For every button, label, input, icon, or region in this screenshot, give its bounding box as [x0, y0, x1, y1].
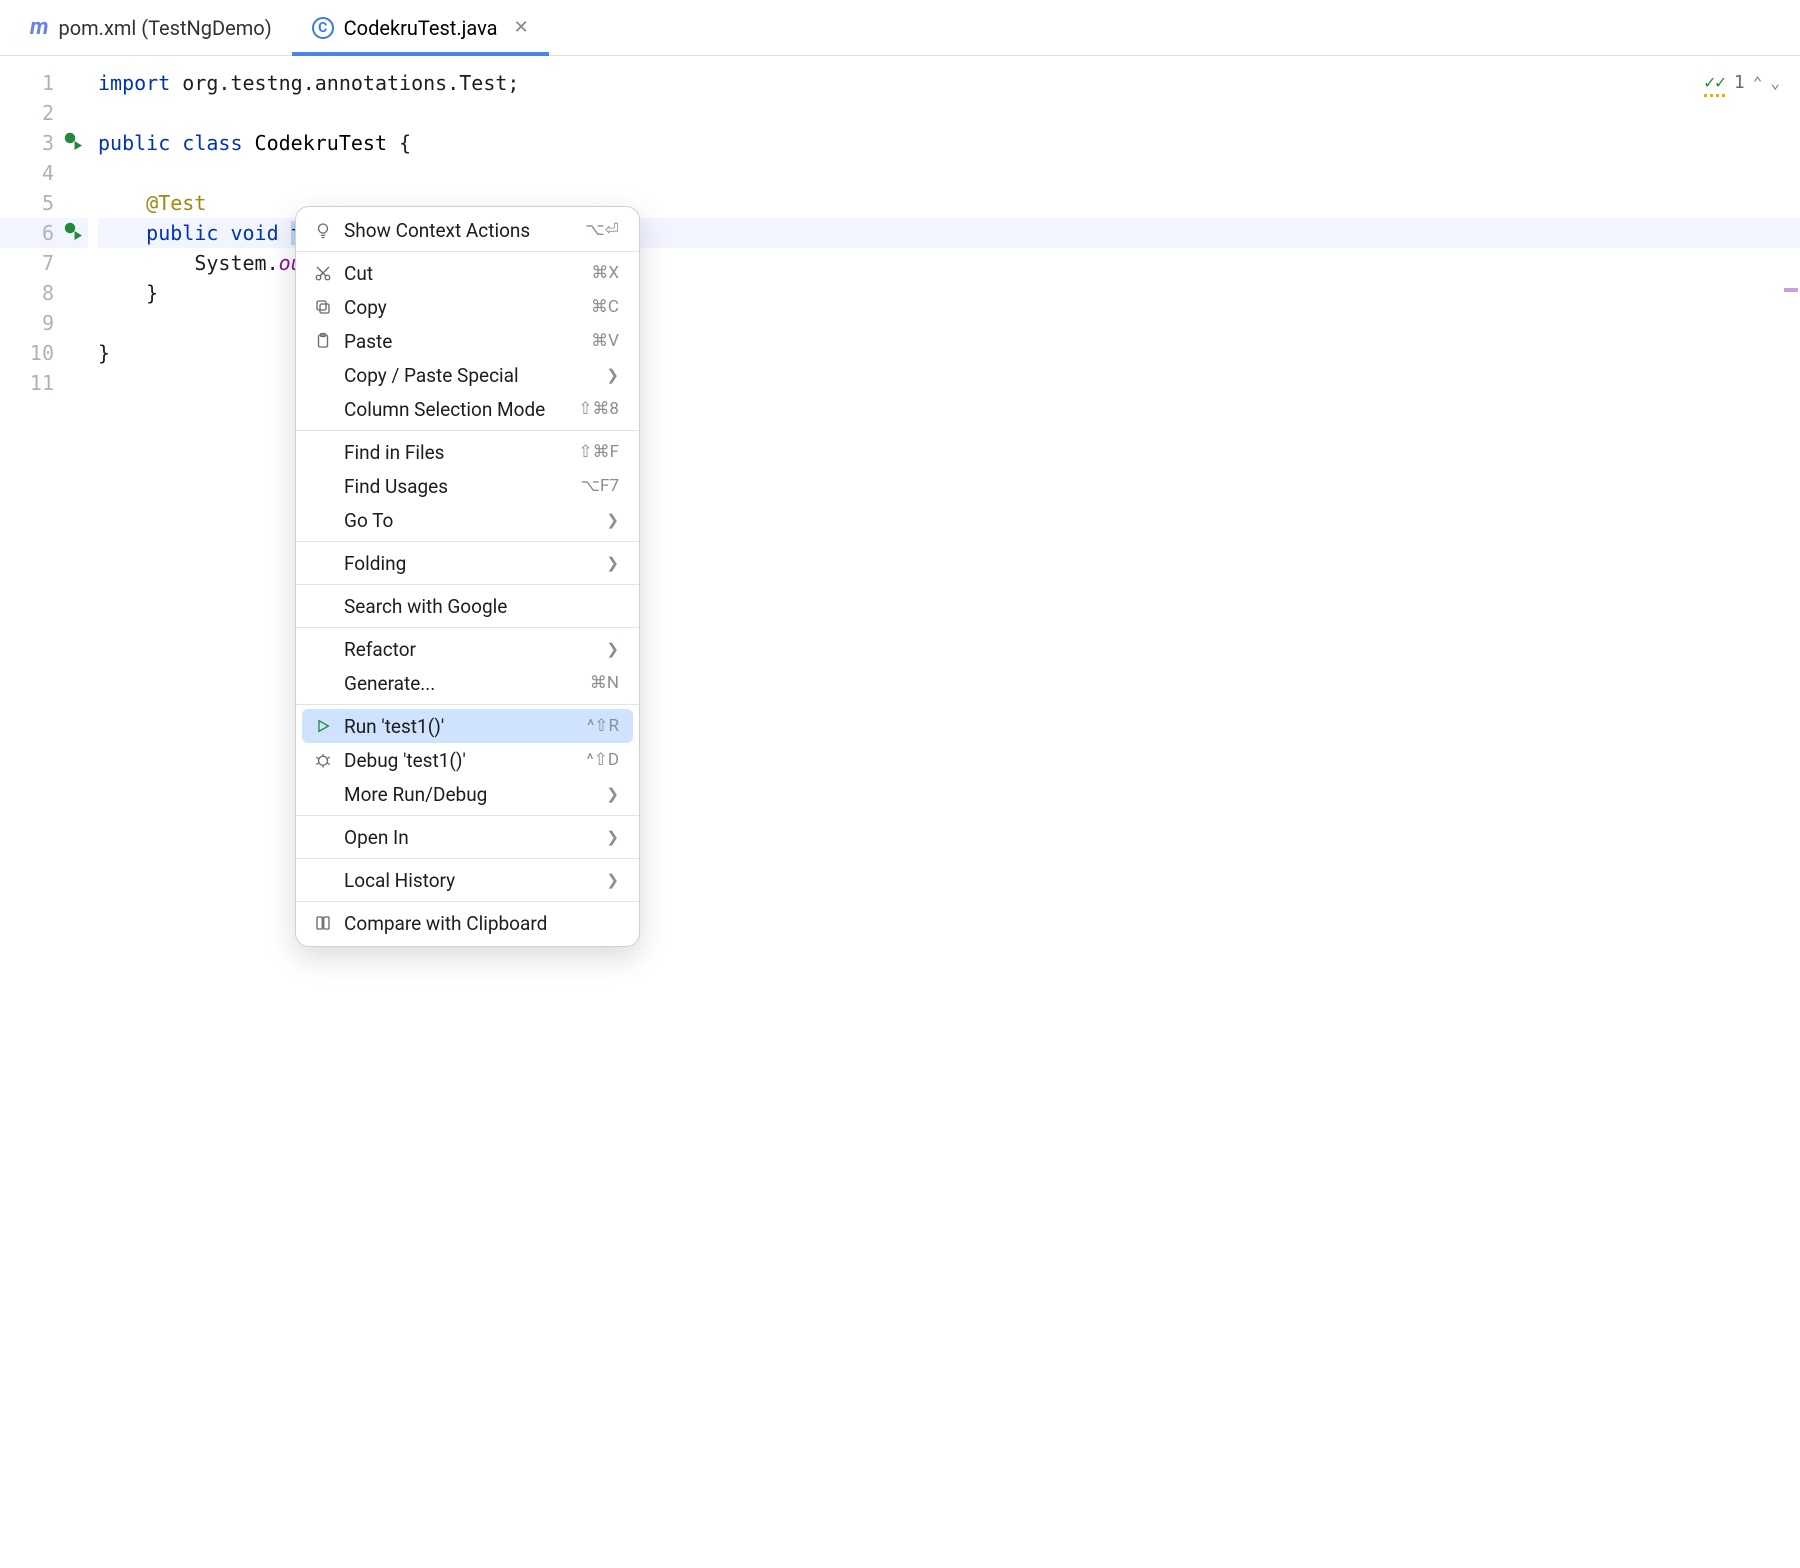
editor-tab-bar: m pom.xml (TestNgDemo) C CodekruTest.jav… [0, 0, 1800, 56]
gutter-line[interactable]: 7 [0, 248, 88, 278]
chevron-up-icon[interactable]: ⌃ [1753, 73, 1763, 92]
java-class-icon: C [312, 17, 334, 39]
menu-find-usages[interactable]: Find Usages ⌥F7 [302, 469, 633, 503]
menu-separator [296, 541, 639, 542]
code-line [98, 158, 1800, 188]
bulb-icon [312, 221, 334, 239]
gutter-line[interactable]: 2 [0, 98, 88, 128]
menu-debug-test[interactable]: Debug 'test1()' ^⇧D [302, 743, 633, 777]
chevron-right-icon: ❯ [606, 511, 619, 529]
gutter-line[interactable]: 6 [0, 218, 88, 248]
chevron-right-icon: ❯ [606, 871, 619, 889]
problems-icon: ✓✓ [1704, 72, 1726, 93]
chevron-right-icon: ❯ [606, 554, 619, 572]
menu-cut[interactable]: Cut ⌘X [302, 256, 633, 290]
margin-warning-mark[interactable] [1784, 288, 1798, 292]
bug-icon [312, 751, 334, 769]
gutter-line[interactable]: 8 [0, 278, 88, 308]
menu-separator [296, 251, 639, 252]
menu-separator [296, 858, 639, 859]
tab-label: CodekruTest.java [344, 16, 498, 40]
menu-more-run-debug[interactable]: More Run/Debug ❯ [302, 777, 633, 811]
menu-go-to[interactable]: Go To ❯ [302, 503, 633, 537]
code-line: public class CodekruTest { [98, 128, 1800, 158]
menu-local-history[interactable]: Local History ❯ [302, 863, 633, 897]
run-icon [312, 718, 334, 734]
run-gutter-icon[interactable] [64, 218, 82, 248]
code-line [98, 98, 1800, 128]
copy-icon [312, 298, 334, 316]
menu-separator [296, 901, 639, 902]
gutter-line[interactable]: 1 [0, 68, 88, 98]
maven-file-icon: m [30, 15, 49, 40]
chevron-right-icon: ❯ [606, 366, 619, 384]
menu-copy[interactable]: Copy ⌘C [302, 290, 633, 324]
menu-open-in[interactable]: Open In ❯ [302, 820, 633, 854]
editor-context-menu: Show Context Actions ⌥⏎ Cut ⌘X Copy ⌘C P… [295, 206, 640, 947]
menu-find-in-files[interactable]: Find in Files ⇧⌘F [302, 435, 633, 469]
code-editor: 1234567891011 import org.testng.annotati… [0, 56, 1800, 1568]
problems-count: 1 [1734, 72, 1745, 93]
menu-column-selection[interactable]: Column Selection Mode ⇧⌘8 [302, 392, 633, 426]
menu-generate[interactable]: Generate... ⌘N [302, 666, 633, 700]
gutter-line[interactable]: 10 [0, 338, 88, 368]
gutter-line[interactable]: 4 [0, 158, 88, 188]
menu-run-test[interactable]: Run 'test1()' ^⇧R [302, 709, 633, 743]
tab-pom-xml[interactable]: m pom.xml (TestNgDemo) [10, 0, 292, 55]
menu-separator [296, 815, 639, 816]
gutter-line[interactable]: 11 [0, 368, 88, 398]
menu-folding[interactable]: Folding ❯ [302, 546, 633, 580]
gutter-line[interactable]: 9 [0, 308, 88, 338]
run-gutter-icon[interactable] [64, 128, 82, 158]
menu-refactor[interactable]: Refactor ❯ [302, 632, 633, 666]
chevron-right-icon: ❯ [606, 640, 619, 658]
chevron-right-icon: ❯ [606, 828, 619, 846]
inspection-widget[interactable]: ✓✓ 1 ⌃ ⌄ [1704, 72, 1780, 93]
menu-separator [296, 627, 639, 628]
menu-separator [296, 704, 639, 705]
gutter-line[interactable]: 3 [0, 128, 88, 158]
menu-copy-paste-special[interactable]: Copy / Paste Special ❯ [302, 358, 633, 392]
close-icon[interactable]: ✕ [514, 17, 529, 38]
clipboard-icon [312, 332, 334, 350]
tab-codekru-test[interactable]: C CodekruTest.java ✕ [292, 0, 549, 55]
menu-search-google[interactable]: Search with Google [302, 589, 633, 623]
menu-separator [296, 430, 639, 431]
editor-gutter: 1234567891011 [0, 56, 88, 1568]
menu-paste[interactable]: Paste ⌘V [302, 324, 633, 358]
diff-icon [312, 914, 334, 932]
code-line: import org.testng.annotations.Test; [98, 68, 1800, 98]
menu-show-context-actions[interactable]: Show Context Actions ⌥⏎ [302, 213, 633, 247]
chevron-down-icon[interactable]: ⌄ [1770, 73, 1780, 92]
menu-separator [296, 584, 639, 585]
scissors-icon [312, 264, 334, 282]
menu-compare-clipboard[interactable]: Compare with Clipboard [302, 906, 633, 940]
chevron-right-icon: ❯ [606, 785, 619, 803]
tab-label: pom.xml (TestNgDemo) [59, 16, 272, 40]
gutter-line[interactable]: 5 [0, 188, 88, 218]
